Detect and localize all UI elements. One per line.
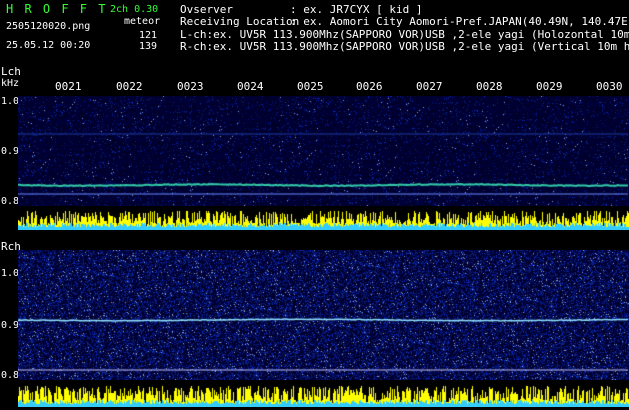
rch-signal-bars xyxy=(18,383,629,407)
time-tick: 0027 xyxy=(416,80,443,93)
mode-label: 2ch 0.30 xyxy=(110,4,159,15)
rch-count: 139 xyxy=(139,41,158,52)
location-value: : ex. Aomori City Aomori-Pref.JAPAN(40.4… xyxy=(290,15,629,28)
time-tick: 0030 xyxy=(596,80,623,93)
rch-ytick-1.0: 1.0 xyxy=(1,268,20,279)
lch-spectrogram xyxy=(18,96,629,206)
location-label: Receiving Location xyxy=(180,15,300,28)
lch-ytick-0.9: 0.9 xyxy=(1,146,20,157)
time-tick: 0021 xyxy=(55,80,82,93)
rch-ytick-0.8: 0.8 xyxy=(1,370,20,381)
lch-label: Lch xyxy=(1,65,21,78)
time-tick: 0026 xyxy=(356,80,383,93)
lch-count: 121 xyxy=(139,30,158,41)
lch-ytick-1.0: 1.0 xyxy=(1,96,20,107)
time-tick: 0022 xyxy=(116,80,143,93)
time-axis: 0021 0022 0023 0024 0025 0026 0027 0028 … xyxy=(0,80,629,94)
time-tick: 0024 xyxy=(237,80,264,93)
lch-description: L-ch:ex. UV5R 113.900Mhz(SAPPORO VOR)USB… xyxy=(180,29,629,41)
lch-signal-bars xyxy=(18,208,629,230)
capture-datetime: 25.05.12 00:20 xyxy=(6,40,91,51)
lch-ytick-0.8: 0.8 xyxy=(1,196,20,207)
time-tick: 0025 xyxy=(297,80,324,93)
rch-ytick-0.9: 0.9 xyxy=(1,320,20,331)
rch-spectrogram xyxy=(18,250,629,380)
rch-description: R-ch:ex. UV5R 113.900Mhz(SAPPORO VOR)USB… xyxy=(180,41,629,53)
file-name: 2505120020.png xyxy=(6,21,91,32)
app-logo: H R O F F T xyxy=(6,2,108,16)
mode-sub-label: meteor xyxy=(124,16,161,27)
time-tick: 0028 xyxy=(476,80,503,93)
time-tick: 0023 xyxy=(177,80,204,93)
time-tick: 0029 xyxy=(536,80,563,93)
